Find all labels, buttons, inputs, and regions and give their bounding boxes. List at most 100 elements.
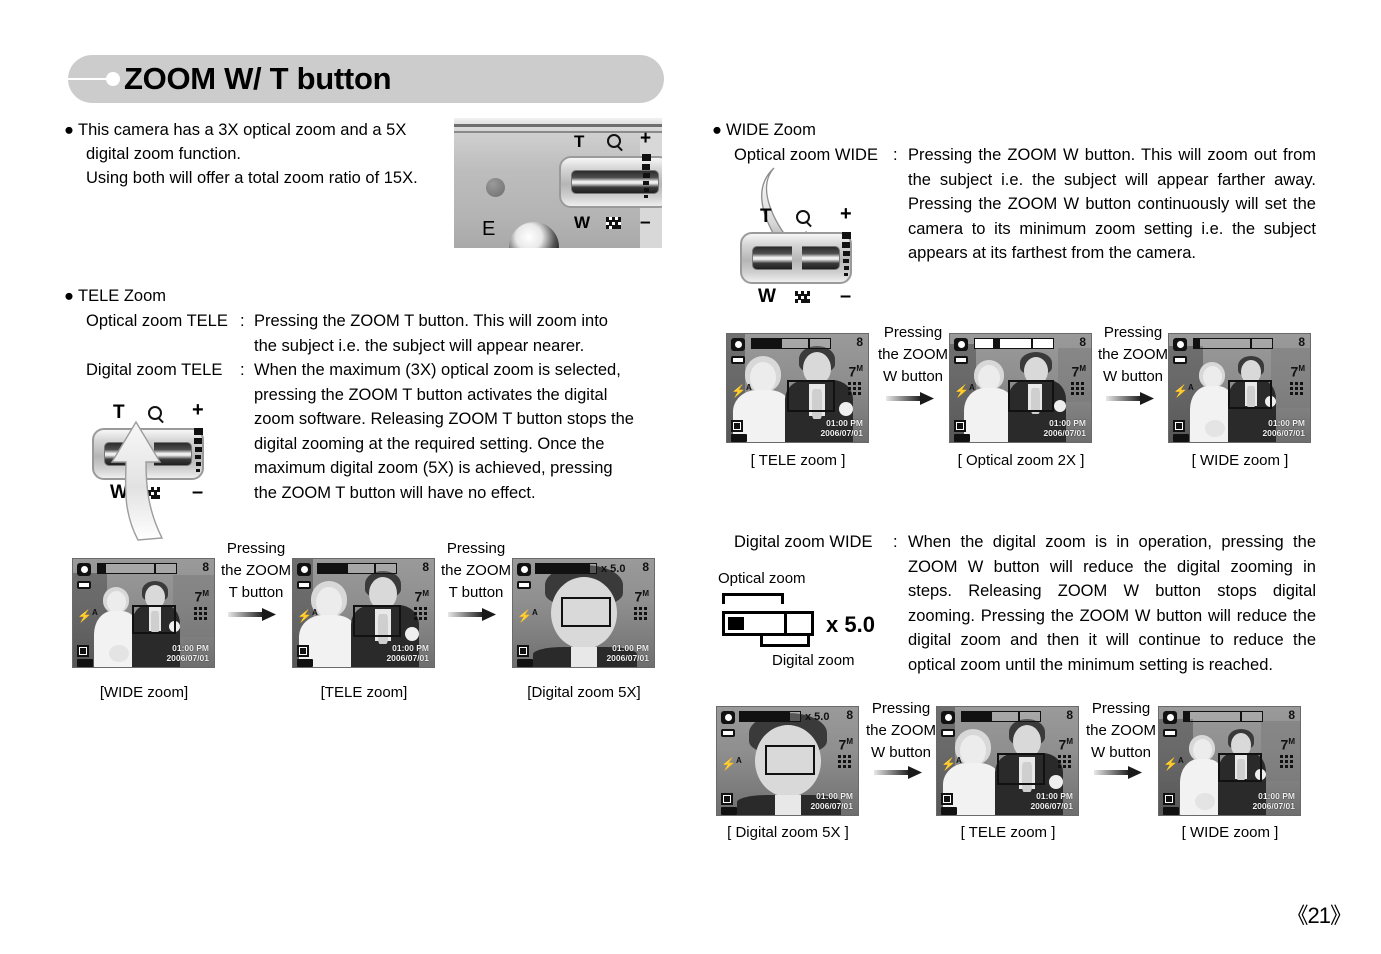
lcd-mode-icon: [721, 711, 735, 724]
lcd-digital-zoom-5x-2: ⚡A x 5.0 8 7M 01:00 PM 2006/07/01: [716, 706, 859, 816]
zoom-level-bar: [722, 611, 814, 636]
camera-zoom-lever-photo: E T W + –: [454, 118, 662, 248]
lcd-flash-icon: ⚡A: [1173, 383, 1194, 398]
bride-bouquet: [1195, 793, 1215, 810]
lcd-quality-icon: [634, 607, 649, 620]
photo-lever-label-w: W: [574, 213, 591, 232]
lcd-af-frame: [1228, 380, 1272, 409]
lcd-mode-icon: [954, 338, 968, 351]
lcd-date: 2006/07/01: [820, 428, 863, 438]
lcd-zoom-magnification: x 5.0: [601, 563, 626, 575]
lcd-quality-icon: [1058, 755, 1073, 768]
optical-zoom-wide-text: Pressing the ZOOM W button. This will zo…: [908, 146, 1316, 262]
press-zoom-w-label-1: Pressing the ZOOM W button: [877, 324, 948, 385]
lcd-flash-icon: ⚡A: [77, 608, 98, 623]
lcd-af-frame: [1218, 753, 1262, 782]
digital-zoom-label: Digital zoom: [772, 652, 855, 669]
lcd-date: 2006/07/01: [386, 653, 429, 663]
wide-zoom-heading-row: ● WIDE Zoom: [712, 118, 816, 142]
lcd-date: 2006/07/01: [166, 653, 209, 663]
lcd-af-frame: [353, 605, 401, 637]
lcd-battery-icon: [721, 729, 735, 737]
digital-zoom-wide-text: When the digital zoom is in operation, p…: [908, 533, 1316, 674]
lcd-quality-icon: [1071, 382, 1086, 395]
camera-top-edge: [454, 124, 662, 127]
tele-zoom-heading: TELE Zoom: [78, 287, 167, 305]
lcd-optical-zoom-2x: ⚡A 8 7M 01:00 PM 2006/07/01: [949, 333, 1092, 443]
caption-wide-zoom: [WIDE zoom]: [99, 684, 189, 701]
wide-lever-minus: –: [840, 285, 852, 307]
lcd-battery-icon: [517, 581, 531, 589]
lcd-shots-remaining: 8: [1298, 335, 1305, 349]
digital-zoom-brace: [760, 636, 810, 647]
lcd-time: 01:00 PM: [1258, 791, 1295, 801]
magnifier-icon: [607, 134, 621, 148]
press-zoom-t-label-1: Pressing the ZOOM T button: [220, 540, 291, 601]
page-title: ZOOM W/ T button: [124, 61, 392, 96]
optical-zoom-tele-label: Optical zoom TELE: [86, 312, 228, 330]
bride-head: [1193, 739, 1212, 761]
camera-top-edge-2: [454, 131, 662, 133]
lcd-zoom-bar: [317, 563, 397, 574]
lcd-af-frame: [997, 753, 1045, 785]
lcd-battery-icon: [954, 356, 968, 364]
sequence-arrow-icon: [228, 608, 276, 621]
lcd-display-icon: [1163, 807, 1179, 815]
caption-optical-zoom-2x: [ Optical zoom 2X ]: [957, 452, 1085, 469]
lcd-date: 2006/07/01: [810, 801, 853, 811]
optical-zoom-brace: [722, 593, 784, 604]
magnifier-icon: [796, 210, 810, 224]
tele-zoom-heading-row: ● TELE Zoom: [64, 284, 166, 308]
lcd-display-icon: [77, 659, 93, 667]
lcd-resolution: 7M: [1280, 736, 1295, 753]
thumbnail-grid-icon: [795, 291, 810, 303]
lcd-quality-icon: [848, 382, 863, 395]
press-zoom-t-label-2: Pressing the ZOOM T button: [440, 540, 511, 601]
lcd-wide-zoom: ⚡A 8 7M 01:00 PM 2006/07/01: [72, 558, 215, 668]
press-zoom-w-label-2: Pressing the ZOOM W button: [1097, 324, 1168, 385]
lcd-flash-mode: A: [91, 608, 98, 617]
thumbnail-grid-icon: [606, 217, 621, 229]
lcd-metering-icon: [517, 645, 529, 657]
lcd-zoom-bar: [739, 711, 801, 722]
caption-digital-zoom-5x: [Digital zoom 5X]: [527, 684, 641, 701]
wide-lever-label-w: W: [758, 286, 776, 307]
bride-head: [107, 591, 126, 613]
lcd-metering-icon: [1173, 420, 1185, 432]
lcd-display-icon: [941, 807, 957, 815]
sequence-arrow-icon: [874, 766, 922, 779]
bride-head: [750, 362, 776, 393]
wide-zoom-lever: [740, 232, 852, 284]
groom-boutonniere: [1054, 400, 1066, 412]
wide-lever-center-gap: [792, 234, 802, 282]
lcd-wide-zoom-2: ⚡A 8 7M 01:00 PM 2006/07/01: [1168, 333, 1311, 443]
caption-wide-zoom-3: [ WIDE zoom ]: [1181, 824, 1279, 841]
optical-zoom-tele-colon: :: [240, 312, 245, 330]
sequence-arrow-icon: [1094, 766, 1142, 779]
lcd-zoom-bar: [1193, 338, 1273, 349]
lcd-resolution: 7M: [1058, 736, 1073, 753]
wide-lever-ticks: [840, 232, 852, 279]
lcd-metering-icon: [77, 645, 89, 657]
lcd-shots-remaining: 8: [1079, 335, 1086, 349]
zoom-bar-fill: [728, 617, 744, 630]
lcd-mode-icon: [1173, 338, 1187, 351]
lcd-shots-remaining: 8: [202, 560, 209, 574]
digital-zoom-tele-text: When the maximum (3X) optical zoom is se…: [254, 361, 634, 502]
lcd-zoom-bar: [1183, 711, 1263, 722]
lcd-display-icon: [517, 659, 533, 667]
optical-zoom-label: Optical zoom: [718, 570, 806, 587]
header-decoration-dot: [106, 72, 120, 86]
lcd-battery-icon: [297, 581, 311, 589]
lcd-resolution: 7M: [634, 588, 649, 605]
groom-shirt: [775, 795, 801, 815]
lcd-metering-icon: [1163, 793, 1175, 805]
lcd-flash-icon: ⚡A: [954, 383, 975, 398]
lcd-flash-icon: ⚡A: [517, 608, 538, 623]
intro-block: ● This camera has a 3X optical zoom and a…: [64, 118, 464, 190]
lcd-resolution: 7M: [414, 588, 429, 605]
caption-tele-zoom: [TELE zoom]: [320, 684, 408, 701]
zoom-magnification-value: x 5.0: [826, 612, 875, 637]
lcd-quality-icon: [1290, 382, 1305, 395]
lcd-mode-icon: [297, 563, 311, 576]
